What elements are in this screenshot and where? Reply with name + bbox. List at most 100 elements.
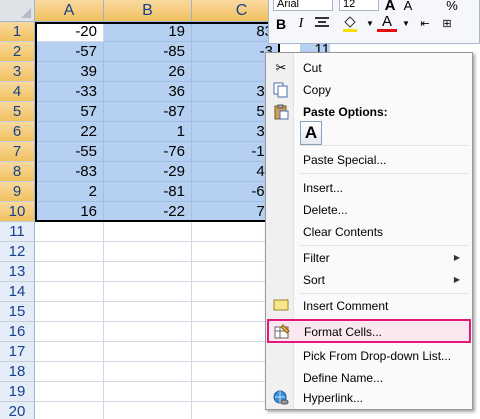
menu-separator — [299, 173, 469, 174]
clipboard-icon — [272, 104, 290, 120]
row-header[interactable]: 16 — [0, 322, 35, 342]
cell-a5[interactable]: 57 — [35, 102, 104, 122]
cell-b4[interactable]: 36 — [104, 82, 192, 102]
menu-item-paste-special[interactable]: Paste Special... — [268, 149, 470, 171]
menu-item-filter[interactable]: Filter ▶ — [268, 247, 470, 269]
menu-header-paste-options: Paste Options: — [268, 101, 470, 123]
empty-grid-area[interactable] — [35, 222, 275, 419]
row-header[interactable]: 2 — [0, 42, 35, 62]
borders-icon[interactable]: ⊞ — [439, 14, 455, 34]
row-header[interactable]: 13 — [0, 262, 35, 282]
menu-item-insert-comment[interactable]: Insert Comment — [268, 295, 470, 317]
column-header-b[interactable]: B — [104, 0, 192, 22]
row-header[interactable]: 14 — [0, 282, 35, 302]
menu-item-label: Cut — [303, 61, 322, 75]
menu-item-label: Copy — [303, 83, 332, 97]
font-name-box[interactable]: Arial — [273, 0, 333, 11]
font-size-box[interactable]: 12 — [339, 0, 379, 11]
cell-b10[interactable]: -22 — [104, 202, 192, 222]
menu-item-copy[interactable]: Copy — [268, 79, 470, 101]
cell-b5[interactable]: -87 — [104, 102, 192, 122]
menu-separator — [299, 245, 469, 246]
comment-icon — [272, 298, 290, 314]
cell-a4[interactable]: -33 — [35, 82, 104, 102]
menu-item-label: Filter — [303, 251, 330, 265]
select-all-corner[interactable] — [0, 0, 35, 22]
menu-item-label: Clear Contents — [303, 225, 384, 239]
menu-separator — [299, 145, 469, 146]
format-cells-icon — [273, 324, 291, 340]
cell-a1[interactable]: -20 — [35, 22, 104, 42]
menu-item-label: Format Cells... — [304, 325, 383, 339]
hyperlink-icon — [272, 390, 290, 406]
submenu-arrow-icon: ▶ — [453, 275, 460, 284]
row-header[interactable]: 6 — [0, 122, 35, 142]
paste-values-button[interactable]: A — [300, 121, 322, 145]
menu-item-label: Hyperlink... — [303, 391, 364, 405]
menu-item-delete[interactable]: Delete... — [268, 199, 470, 221]
cell-b6[interactable]: 1 — [104, 122, 192, 142]
menu-item-label: Delete... — [303, 203, 348, 217]
row-header[interactable]: 5 — [0, 102, 35, 122]
row-header[interactable]: 12 — [0, 242, 35, 262]
cell-b3[interactable]: 26 — [104, 62, 192, 82]
row-header[interactable]: 9 — [0, 182, 35, 202]
cell-a9[interactable]: 2 — [35, 182, 104, 202]
bold-button[interactable]: B — [273, 14, 289, 34]
row-header[interactable]: 11 — [0, 222, 35, 242]
cell-a3[interactable]: 39 — [35, 62, 104, 82]
menu-item-hyperlink[interactable]: Hyperlink... — [268, 387, 470, 409]
column-header-a[interactable]: A — [35, 0, 104, 22]
menu-item-clear-contents[interactable]: Clear Contents — [268, 221, 470, 243]
cell-a10[interactable]: 16 — [35, 202, 104, 222]
row-header[interactable]: 17 — [0, 342, 35, 362]
menu-separator — [299, 293, 469, 294]
mini-toolbar: Arial 12 A A % B I ▼ A ▼ ⇤ ⊞ — [268, 0, 480, 44]
menu-item-define-name[interactable]: Define Name... — [268, 367, 470, 389]
cell-b9[interactable]: -81 — [104, 182, 192, 202]
menu-item-label: Sort — [303, 273, 326, 287]
cell-a8[interactable]: -83 — [35, 162, 104, 182]
copy-icon — [272, 82, 290, 98]
fill-color-icon[interactable] — [339, 14, 361, 34]
row-header[interactable]: 7 — [0, 142, 35, 162]
menu-item-label: Paste Options: — [303, 105, 388, 119]
menu-item-pick-from-list[interactable]: Pick From Drop-down List... — [268, 345, 470, 367]
submenu-arrow-icon: ▶ — [453, 253, 460, 262]
row-header[interactable]: 1 — [0, 22, 35, 42]
chevron-down-icon[interactable]: ▼ — [365, 14, 375, 34]
decimal-icon[interactable]: ⇤ — [417, 14, 433, 34]
row-header[interactable]: 3 — [0, 62, 35, 82]
menu-item-label: Paste Special... — [303, 153, 387, 167]
menu-item-format-cells[interactable]: Format Cells... — [267, 319, 471, 343]
cell-a2[interactable]: -57 — [35, 42, 104, 62]
menu-item-cut[interactable]: ✂ Cut — [268, 57, 470, 79]
scissors-icon: ✂ — [275, 60, 287, 75]
row-header[interactable]: 20 — [0, 402, 35, 419]
row-header[interactable]: 18 — [0, 362, 35, 382]
menu-item-label: Insert Comment — [303, 299, 389, 313]
cell-b1[interactable]: 19 — [104, 22, 192, 42]
cell-b2[interactable]: -85 — [104, 42, 192, 62]
menu-item-insert[interactable]: Insert... — [268, 177, 470, 199]
menu-item-label: Insert... — [303, 181, 344, 195]
row-header[interactable]: 19 — [0, 382, 35, 402]
menu-item-label: Pick From Drop-down List... — [303, 349, 452, 363]
row-header[interactable]: 8 — [0, 162, 35, 182]
italic-button[interactable]: I — [293, 14, 309, 34]
menu-item-label: Define Name... — [303, 371, 384, 385]
cell-c1[interactable]: 83 — [192, 22, 280, 42]
cell-b7[interactable]: -76 — [104, 142, 192, 162]
row-header[interactable]: 10 — [0, 202, 35, 222]
row-header[interactable]: 15 — [0, 302, 35, 322]
context-menu: ✂ Cut Copy Paste Options: Paste Special.… — [265, 52, 473, 410]
menu-item-sort[interactable]: Sort ▶ — [268, 269, 470, 291]
font-color-button[interactable]: A — [377, 12, 397, 32]
chevron-down-icon[interactable]: ▼ — [401, 14, 411, 34]
gridline — [191, 222, 192, 419]
cell-a7[interactable]: -55 — [35, 142, 104, 162]
cell-b8[interactable]: -29 — [104, 162, 192, 182]
center-align-icon[interactable] — [313, 14, 331, 34]
row-header[interactable]: 4 — [0, 82, 35, 102]
cell-a6[interactable]: 22 — [35, 122, 104, 142]
